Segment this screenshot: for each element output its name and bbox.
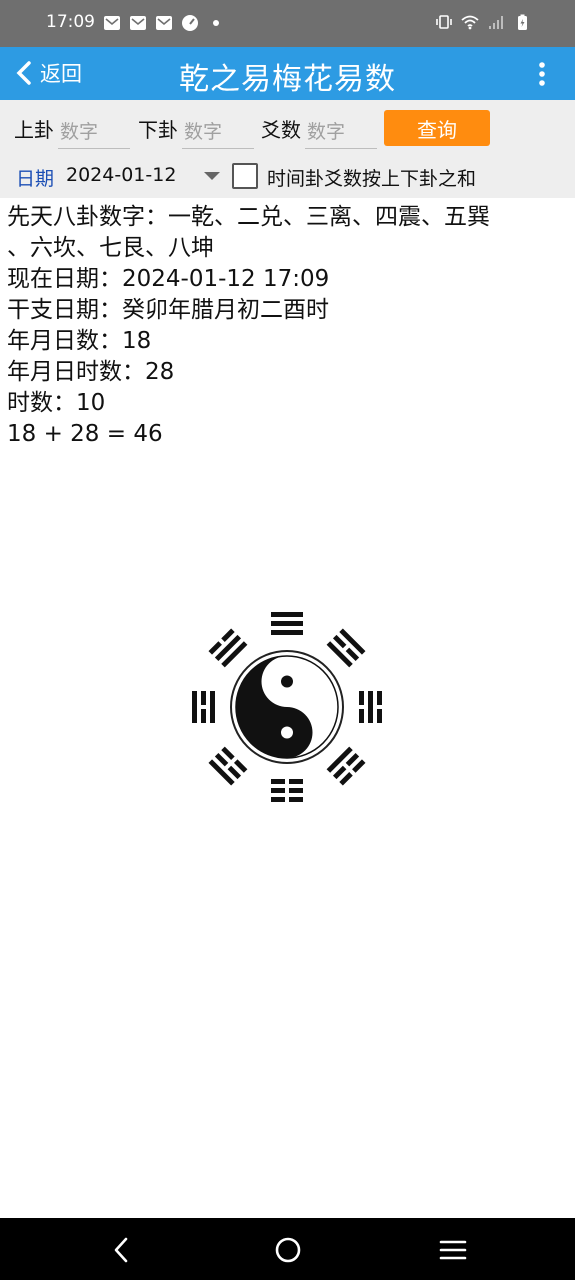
- upper-gua-label: 上卦: [14, 118, 54, 142]
- app-bar: 返回 乾之易梅花易数: [0, 47, 575, 100]
- result-line: 先天八卦数字：一乾、二兑、三离、四震、五巽: [7, 204, 490, 230]
- system-nav-bar: [0, 1218, 575, 1280]
- speedometer-icon: [181, 14, 199, 32]
- result-line: 时数：10: [7, 390, 106, 416]
- battery-charging-icon: [513, 13, 531, 31]
- bagua-yinyang-image: [192, 612, 382, 802]
- date-select[interactable]: 2024-01-12: [66, 164, 224, 190]
- back-nav-icon[interactable]: [107, 1235, 137, 1265]
- signal-icon: [487, 13, 505, 31]
- result-line: 、六坎、七艮、八坤: [7, 235, 214, 261]
- lower-gua-group: 下卦: [138, 108, 254, 150]
- result-line: 现在日期：2024-01-12 17:09: [7, 266, 330, 292]
- lower-gua-label: 下卦: [138, 118, 178, 142]
- date-label: 日期: [16, 168, 55, 190]
- mail-icon: [155, 14, 173, 32]
- upper-gua-group: 上卦: [14, 108, 130, 150]
- upper-gua-input[interactable]: [58, 116, 130, 149]
- mail-icon: [129, 14, 147, 32]
- more-vert-icon[interactable]: [535, 61, 549, 87]
- recents-nav-icon[interactable]: [438, 1235, 468, 1265]
- dot-icon: [207, 14, 225, 32]
- date-value: 2024-01-12: [66, 164, 177, 186]
- result-line: 年月日数：18: [7, 328, 152, 354]
- sum-checkbox-label: 时间卦爻数按上下卦之和: [267, 168, 477, 190]
- notification-icons: [103, 14, 225, 32]
- date-row: 日期 2024-01-12 时间卦爻数按上下卦之和: [0, 156, 575, 198]
- page-title: 乾之易梅花易数: [179, 62, 396, 97]
- sum-checkbox[interactable]: [232, 163, 258, 189]
- status-time: 17:09: [46, 12, 95, 32]
- wifi-icon: [461, 13, 479, 31]
- system-icons: [435, 13, 531, 31]
- status-bar: 17:09: [0, 0, 575, 47]
- lower-gua-input[interactable]: [182, 116, 254, 149]
- yao-group: 爻数: [261, 108, 377, 150]
- result-line: 年月日时数：28: [7, 359, 175, 385]
- mail-icon: [103, 14, 121, 32]
- yao-input[interactable]: [305, 116, 377, 149]
- result-text: 先天八卦数字：一乾、二兑、三离、四震、五巽 、六坎、七艮、八坤 现在日期：202…: [7, 202, 567, 450]
- home-nav-icon[interactable]: [273, 1235, 303, 1265]
- yao-label: 爻数: [261, 118, 301, 142]
- query-button[interactable]: 查询: [384, 110, 490, 146]
- dropdown-arrow-icon[interactable]: [204, 172, 220, 180]
- vibrate-icon: [435, 13, 453, 31]
- gua-input-row: 上卦 下卦 爻数 查询: [0, 100, 575, 156]
- result-line: 干支日期：癸卯年腊月初二酉时: [7, 297, 329, 323]
- result-line: 18 + 28 = 46: [7, 421, 163, 447]
